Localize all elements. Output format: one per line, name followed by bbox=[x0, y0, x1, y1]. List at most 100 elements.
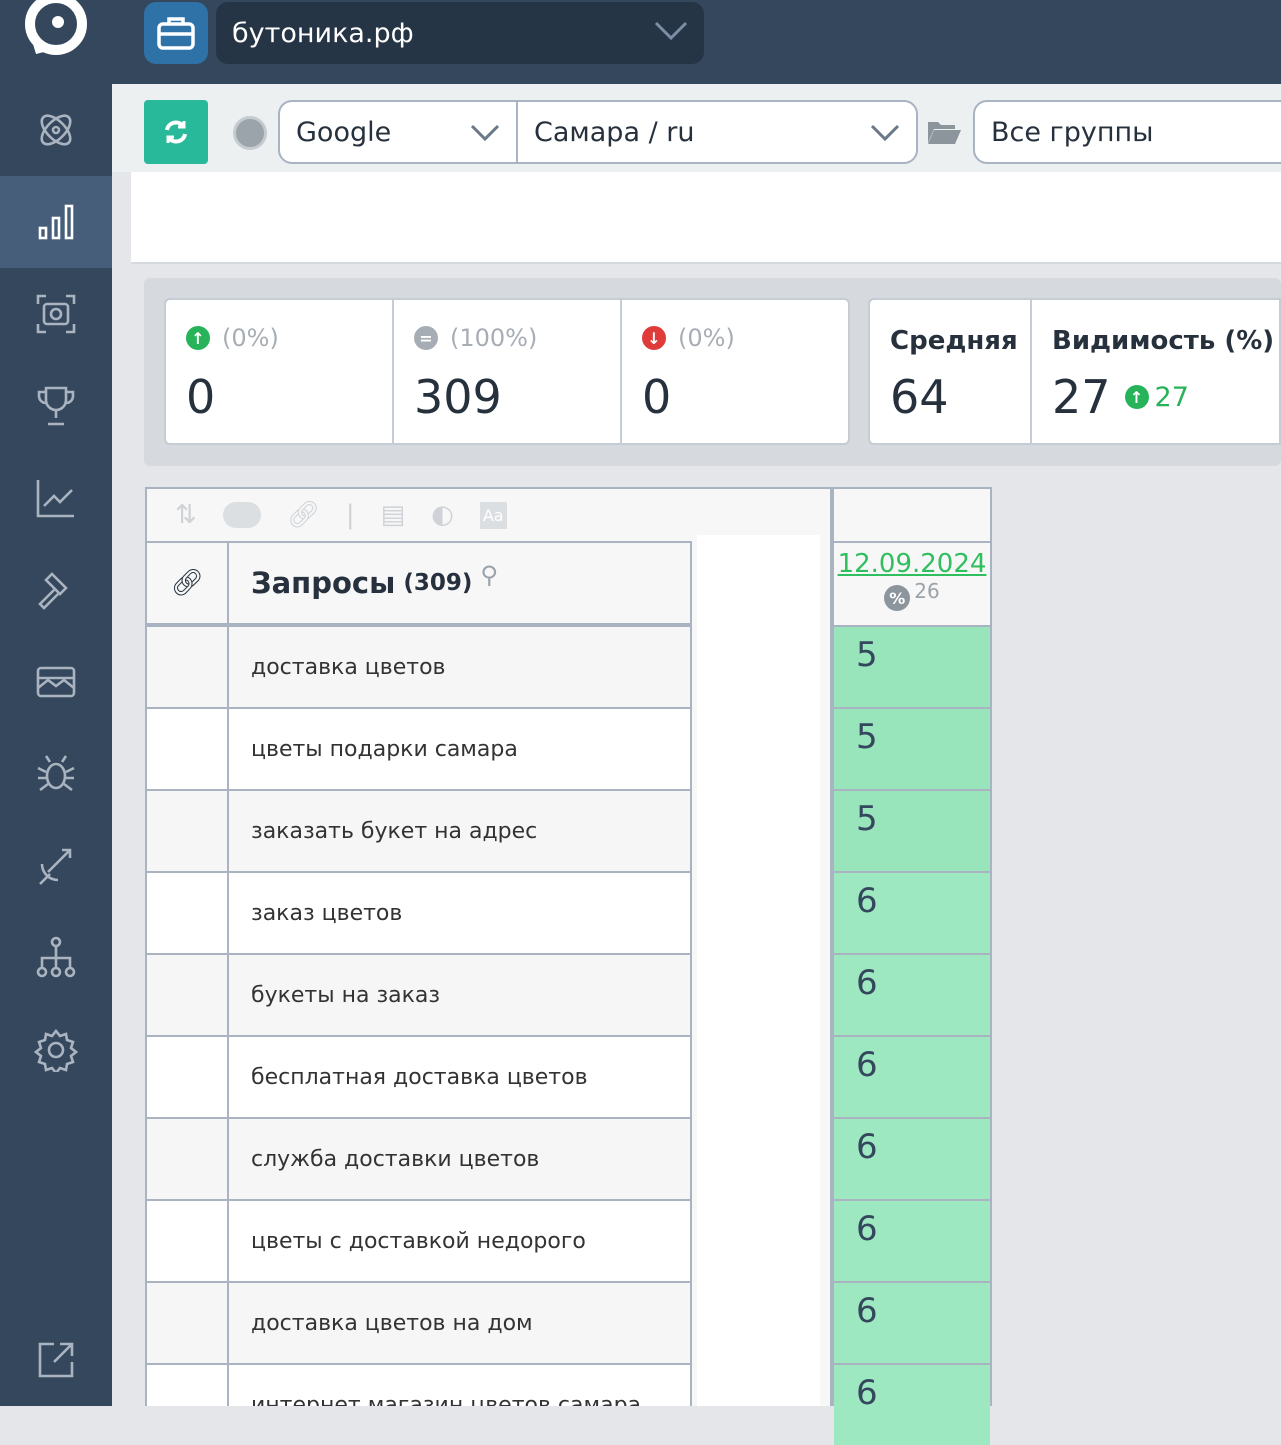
sidebar-item-bug[interactable] bbox=[0, 728, 112, 820]
position-cell[interactable]: 5 bbox=[834, 707, 990, 789]
position-cell[interactable]: 6 bbox=[834, 871, 990, 953]
groups-value: Все группы bbox=[991, 116, 1154, 148]
date-link[interactable]: 12.09.2024 bbox=[834, 549, 990, 579]
row-link-cell[interactable] bbox=[147, 1037, 229, 1117]
sidebar-item-sitemap[interactable] bbox=[0, 912, 112, 1004]
row-link-cell[interactable] bbox=[147, 627, 229, 707]
query-cell[interactable]: заказ цветов bbox=[229, 873, 692, 953]
external-link-icon bbox=[38, 1342, 74, 1378]
row-link-cell[interactable] bbox=[147, 1283, 229, 1363]
window-icon[interactable]: ▤ bbox=[381, 500, 406, 530]
sidebar-item-external-link[interactable] bbox=[0, 1314, 112, 1406]
sidebar-item-line-chart[interactable] bbox=[0, 452, 112, 544]
row-link-cell[interactable] bbox=[147, 955, 229, 1035]
satellite-icon bbox=[39, 848, 72, 885]
row-link-cell[interactable] bbox=[147, 1201, 229, 1281]
stat-down: ↓ (0%) 0 bbox=[620, 298, 850, 445]
link-icon[interactable]: 🔗︎ bbox=[147, 543, 229, 623]
position-cell[interactable]: 6 bbox=[834, 1199, 990, 1281]
query-cell[interactable]: букеты на заказ bbox=[229, 955, 692, 1035]
arrow-up-icon: ↑ bbox=[1124, 385, 1149, 409]
row-link-cell[interactable] bbox=[147, 1119, 229, 1199]
contrast-icon[interactable]: ◐ bbox=[431, 500, 454, 530]
table-row[interactable]: цветы с доставкой недорого bbox=[147, 1199, 692, 1281]
line-chart-icon bbox=[36, 480, 74, 518]
table-header: 🔗︎ Запросы (309) ⚲ bbox=[147, 541, 692, 625]
table-row[interactable]: цветы подарки самара bbox=[147, 707, 692, 789]
table-row[interactable]: букеты на заказ bbox=[147, 953, 692, 1035]
stat-label: Видимость (%) bbox=[1052, 326, 1275, 356]
position-cell[interactable]: 6 bbox=[834, 1363, 990, 1445]
sort-icon[interactable]: ⇅ bbox=[175, 500, 197, 530]
project-select[interactable]: бутоника.рф bbox=[216, 2, 704, 64]
equal-icon: = bbox=[414, 326, 438, 350]
table-row[interactable]: заказать букет на адрес bbox=[147, 789, 692, 871]
gear-icon bbox=[34, 1028, 78, 1072]
table-row[interactable]: бесплатная доставка цветов bbox=[147, 1035, 692, 1117]
position-cell[interactable]: 5 bbox=[834, 625, 990, 707]
search-icon[interactable]: ⚲ bbox=[480, 561, 498, 589]
query-cell[interactable]: интернет магазин цветов самара bbox=[229, 1365, 692, 1406]
column-title[interactable]: Запросы bbox=[251, 566, 395, 600]
groups-select[interactable]: Все группы bbox=[973, 100, 1281, 164]
table-row[interactable]: доставка цветов на дом bbox=[147, 1281, 692, 1363]
font-icon[interactable]: Aa bbox=[479, 501, 507, 529]
sidebar-item-camera-scan[interactable] bbox=[0, 268, 112, 360]
query-cell[interactable]: цветы с доставкой недорого bbox=[229, 1201, 692, 1281]
stat-pct: (0%) bbox=[222, 324, 279, 352]
position-cell[interactable]: 5 bbox=[834, 789, 990, 871]
region-select[interactable]: Самара / ru bbox=[516, 100, 918, 164]
sidebar-item-trophy[interactable] bbox=[0, 360, 112, 452]
sidebar bbox=[0, 0, 112, 1406]
arrow-up-icon: ↑ bbox=[186, 326, 210, 350]
region-value: Самара / ru bbox=[534, 116, 695, 148]
logo[interactable] bbox=[22, 0, 90, 62]
stat-value: 0 bbox=[642, 370, 672, 424]
sidebar-item-atom[interactable] bbox=[0, 84, 112, 176]
stat-same: = (100%) 309 bbox=[392, 298, 622, 445]
engine-value: Google bbox=[296, 116, 392, 148]
sidebar-item-gavel[interactable] bbox=[0, 544, 112, 636]
blank-column bbox=[697, 535, 820, 1406]
stat-pct: (100%) bbox=[450, 324, 538, 352]
chevron-down-icon bbox=[870, 124, 900, 142]
table-row[interactable]: доставка цветов bbox=[147, 625, 692, 707]
engine-select[interactable]: Google bbox=[278, 100, 518, 164]
table-row[interactable]: служба доставки цветов bbox=[147, 1117, 692, 1199]
picture-icon bbox=[36, 666, 76, 698]
sidebar-item-gear[interactable] bbox=[0, 1004, 112, 1096]
table-row[interactable]: заказ цветов bbox=[147, 871, 692, 953]
link-icon[interactable]: 🔗︎ bbox=[287, 500, 320, 530]
project-name: бутоника.рф bbox=[232, 17, 414, 49]
sidebar-item-satellite[interactable] bbox=[0, 820, 112, 912]
position-cell[interactable]: 6 bbox=[834, 953, 990, 1035]
date-pct: 26 bbox=[914, 579, 940, 603]
table-row[interactable]: интернет магазин цветов самара bbox=[147, 1363, 692, 1406]
filter-panel bbox=[131, 172, 1281, 264]
query-cell[interactable]: бесплатная доставка цветов bbox=[229, 1037, 692, 1117]
query-cell[interactable]: доставка цветов на дом bbox=[229, 1283, 692, 1363]
stat-value: 64 bbox=[890, 370, 949, 424]
gavel-icon bbox=[38, 572, 68, 610]
position-cell[interactable]: 6 bbox=[834, 1035, 990, 1117]
refresh-button[interactable] bbox=[144, 100, 208, 164]
row-link-cell[interactable] bbox=[147, 709, 229, 789]
camera-scan-icon bbox=[36, 294, 76, 334]
query-cell[interactable]: служба доставки цветов bbox=[229, 1119, 692, 1199]
query-cell[interactable]: доставка цветов bbox=[229, 627, 692, 707]
toggle-icon[interactable] bbox=[222, 502, 261, 528]
stat-average: Средняя 64 bbox=[868, 298, 1032, 445]
sidebar-item-picture[interactable] bbox=[0, 636, 112, 728]
stat-visibility: Видимость (%) 27 ↑ 27 bbox=[1030, 298, 1281, 445]
briefcase-icon bbox=[157, 17, 195, 50]
row-link-cell[interactable] bbox=[147, 791, 229, 871]
row-link-cell[interactable] bbox=[147, 873, 229, 953]
sidebar-item-bar-chart[interactable] bbox=[0, 176, 112, 268]
query-cell[interactable]: заказать букет на адрес bbox=[229, 791, 692, 871]
row-link-cell[interactable] bbox=[147, 1365, 229, 1406]
date-column: 12.09.2024 % 26 5556666666 bbox=[832, 487, 992, 1445]
query-cell[interactable]: цветы подарки самара bbox=[229, 709, 692, 789]
position-cell[interactable]: 6 bbox=[834, 1281, 990, 1363]
briefcase-button[interactable] bbox=[144, 2, 208, 64]
position-cell[interactable]: 6 bbox=[834, 1117, 990, 1199]
